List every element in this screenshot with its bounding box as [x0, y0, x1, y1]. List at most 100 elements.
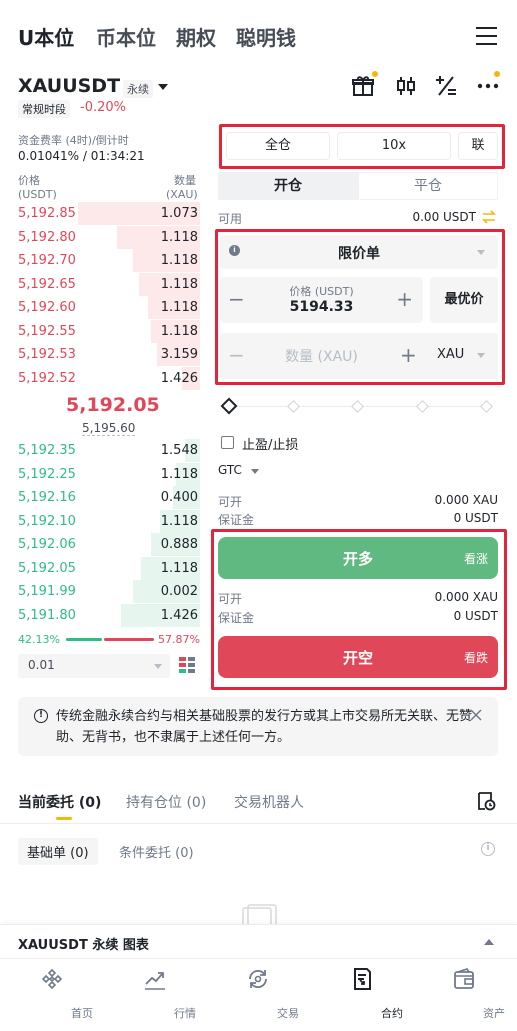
bid-price: 5,192.16	[18, 490, 76, 505]
menu-icon[interactable]	[476, 27, 497, 45]
gift-icon[interactable]	[351, 74, 375, 98]
sell-ratio-bar	[104, 638, 154, 641]
tab-coin-margined[interactable]: 币本位	[96, 22, 156, 51]
tab-u-margined[interactable]: U本位	[18, 22, 74, 51]
bid-quantity: 1.118	[160, 513, 198, 529]
orderbook-layout-icon[interactable]	[178, 656, 196, 674]
symbol-name[interactable]: XAUUSDT	[18, 75, 120, 97]
leverage-button[interactable]: 10x	[337, 132, 451, 160]
price-input-label: 价格 (USDT)	[289, 285, 354, 298]
ask-row[interactable]: 5,192.70 1.118	[18, 249, 200, 272]
depth-precision-value: 0.01	[28, 658, 55, 672]
bid-quantity: 0.888	[160, 537, 198, 552]
tpsl-label[interactable]: 止盈/止损	[242, 434, 298, 453]
slider-step-50[interactable]	[351, 400, 364, 413]
slider-handle[interactable]	[220, 397, 238, 415]
tab-smart-money[interactable]: 聪明钱	[236, 22, 296, 51]
bid-row[interactable]: 5,192.06 0.888	[18, 533, 200, 556]
tab-open-orders[interactable]: 当前委托 (0)	[18, 792, 101, 812]
bid-row[interactable]: 5,191.80 1.426	[18, 603, 200, 627]
funding-rate-label[interactable]: 资金费率 (4时)/倒计时	[18, 132, 129, 148]
chevron-down-icon	[477, 353, 485, 358]
bid-price: 5,192.05	[18, 560, 76, 576]
slider-step-25[interactable]	[287, 400, 300, 413]
slider-step-100[interactable]	[480, 400, 493, 413]
buy-ratio-bar	[66, 638, 102, 641]
tab-arrow	[348, 172, 360, 200]
more-icon[interactable]	[476, 74, 500, 98]
time-in-force-select[interactable]: GTC	[218, 463, 242, 477]
tab-conditional-orders[interactable]: 条件委托 (0)	[110, 838, 203, 865]
top-tabs: U本位 币本位 期权 聪明钱	[0, 0, 517, 70]
price-input[interactable]: − 价格 (USDT) 5194.33 +	[220, 277, 423, 323]
ask-row[interactable]: 5,192.55 1.118	[18, 319, 200, 343]
ask-price: 5,192.80	[18, 229, 76, 245]
bid-row[interactable]: 5,191.99 0.002	[18, 580, 200, 603]
ask-row[interactable]: 5,192.80 1.118	[18, 225, 200, 249]
slider-step-75[interactable]	[416, 400, 429, 413]
tab-basic-orders[interactable]: 基础单 (0)	[18, 838, 98, 865]
price-change-percent: -0.20%	[80, 100, 126, 115]
open-short-button[interactable]: 开空 看跌	[218, 636, 498, 678]
bid-row[interactable]: 5,192.10 1.118	[18, 509, 200, 533]
margin-mode-button[interactable]: 全仓	[226, 132, 330, 160]
bid-row[interactable]: 5,192.25 1.118	[18, 462, 200, 486]
bid-quantity: 0.400	[160, 490, 198, 505]
available-label: 可用	[218, 212, 243, 226]
price-input-value[interactable]: 5194.33	[220, 299, 423, 315]
calculator-icon[interactable]	[434, 74, 458, 98]
ask-row[interactable]: 5,192.53 3.159	[18, 343, 200, 366]
ask-price: 5,192.60	[18, 300, 76, 315]
ask-row[interactable]: 5,192.65 1.118	[18, 272, 200, 296]
bid-quantity: 1.118	[160, 466, 198, 482]
info-icon[interactable]: i	[481, 842, 495, 856]
tab-positions[interactable]: 持有仓位 (0)	[126, 792, 206, 812]
price-increase-button[interactable]: +	[396, 287, 413, 311]
bid-row[interactable]: 5,192.05 1.118	[18, 556, 200, 580]
qty-unit: (XAU)	[166, 188, 198, 201]
open-long-button[interactable]: 开多 看涨	[218, 537, 498, 579]
transfer-icon[interactable]	[482, 210, 496, 224]
quantity-input[interactable]: − 数量 (XAU) + XAU	[220, 333, 498, 379]
bid-row[interactable]: 5,192.35 1.548	[18, 439, 200, 462]
position-mode-button[interactable]: 联	[458, 132, 498, 160]
bid-row[interactable]: 5,192.16 0.400	[18, 486, 200, 509]
chevron-down-icon	[251, 469, 259, 474]
bid-price: 5,192.06	[18, 537, 76, 552]
last-price[interactable]: 5,192.05	[66, 394, 160, 416]
buy-ratio: 42.13%	[18, 633, 60, 646]
open-long-label: 开多	[342, 550, 373, 568]
chevron-up-icon[interactable]	[484, 939, 494, 945]
trade-icon	[249, 969, 267, 989]
ask-quantity: 1.426	[160, 370, 198, 386]
best-price-button[interactable]: 最优价	[430, 277, 498, 323]
ask-price: 5,192.65	[18, 276, 76, 292]
session-tag: 常规时段	[18, 100, 70, 118]
tpsl-checkbox[interactable]	[221, 436, 234, 449]
quantity-placeholder: 数量 (XAU)	[285, 349, 358, 365]
chart-drawer[interactable]: XAUUSDT 永续 图表	[0, 924, 517, 958]
candlestick-icon[interactable]	[394, 74, 418, 98]
divider	[0, 823, 517, 824]
bottom-navigation: 首页 行情 交易 合约 资产	[0, 958, 517, 1031]
notification-dot	[372, 71, 378, 77]
ask-quantity: 1.118	[160, 300, 198, 315]
order-history-icon[interactable]	[476, 791, 496, 811]
order-type-select[interactable]: i 限价单	[220, 235, 498, 269]
ask-row[interactable]: 5,192.85 1.073	[18, 202, 200, 225]
qty-increase-button[interactable]: +	[400, 343, 417, 367]
tab-trading-bots[interactable]: 交易机器人	[234, 792, 304, 812]
tab-open-position[interactable]: 开仓	[218, 172, 358, 200]
nav-label: 首页	[71, 1007, 93, 1020]
nav-label: 交易	[277, 1007, 299, 1020]
ask-row[interactable]: 5,192.60 1.118	[18, 296, 200, 319]
tab-options[interactable]: 期权	[176, 22, 216, 51]
quantity-unit-select[interactable]: XAU	[437, 347, 464, 362]
tab-close-position[interactable]: 平仓	[358, 172, 498, 200]
close-icon[interactable]	[470, 709, 482, 721]
depth-precision-select[interactable]: 0.01	[18, 654, 170, 678]
symbol-dropdown-icon[interactable]	[158, 84, 168, 90]
bid-price: 5,191.99	[18, 584, 76, 599]
ask-row[interactable]: 5,192.52 1.426	[18, 366, 200, 390]
active-tab-indicator	[56, 817, 72, 820]
